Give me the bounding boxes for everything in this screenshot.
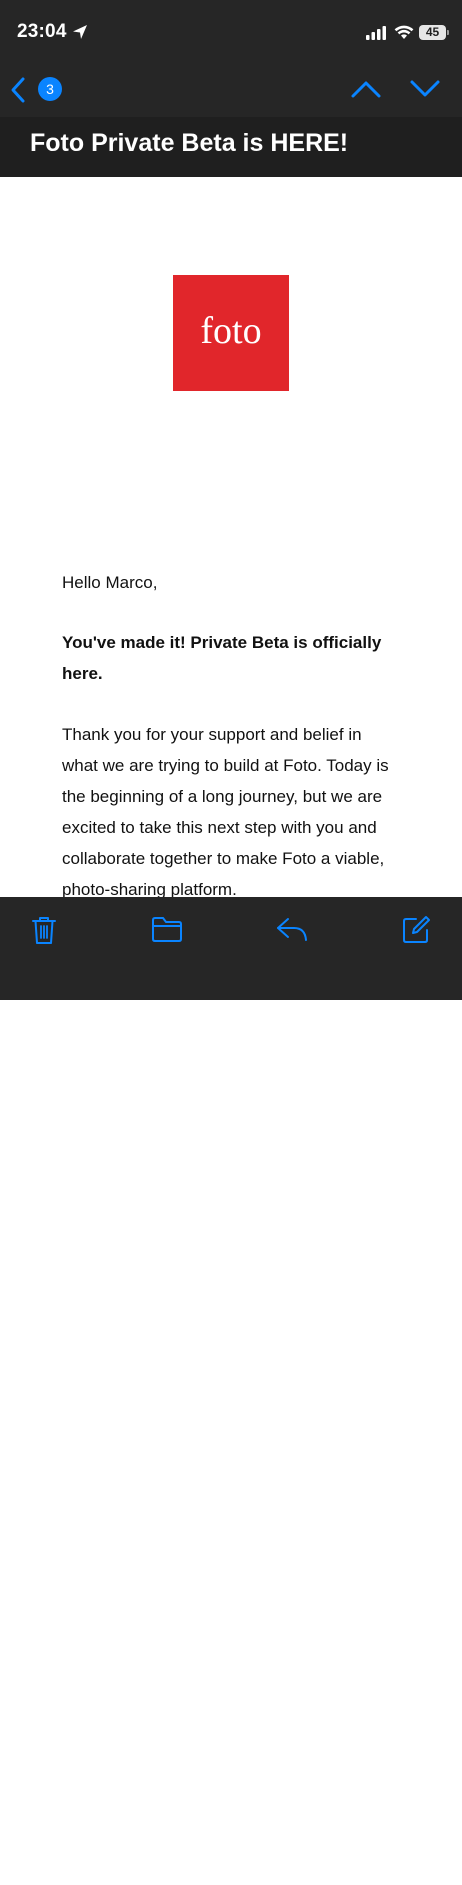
email-paragraph: Thank you for your support and belief in… bbox=[62, 725, 389, 899]
back-chevron-icon[interactable] bbox=[10, 76, 28, 104]
battery-nub bbox=[447, 30, 449, 35]
next-message-icon[interactable] bbox=[409, 79, 441, 99]
foto-logo: foto bbox=[173, 275, 289, 391]
folder-icon[interactable] bbox=[151, 915, 183, 943]
email-greeting: Hello Marco, bbox=[62, 573, 158, 592]
cellular-signal-icon bbox=[366, 26, 386, 40]
home-indicator[interactable] bbox=[149, 1880, 314, 1885]
email-headline: You've made it! Private Beta is official… bbox=[62, 633, 382, 683]
trash-icon[interactable] bbox=[30, 915, 58, 945]
navigation-bar: 3 bbox=[0, 62, 462, 117]
subject-header: Foto Private Beta is HERE! bbox=[0, 117, 462, 177]
battery-indicator: 45 bbox=[419, 25, 446, 40]
status-bar: 23:04 45 bbox=[0, 0, 462, 62]
status-time: 23:04 bbox=[17, 21, 67, 42]
compose-icon[interactable] bbox=[401, 915, 431, 945]
bottom-toolbar bbox=[0, 897, 462, 1885]
location-arrow-icon bbox=[73, 25, 87, 39]
unread-count-badge[interactable]: 3 bbox=[38, 77, 62, 101]
previous-message-icon[interactable] bbox=[350, 79, 382, 99]
wifi-icon bbox=[394, 25, 414, 39]
reply-icon[interactable] bbox=[275, 915, 309, 943]
email-subject: Foto Private Beta is HERE! bbox=[30, 129, 349, 157]
